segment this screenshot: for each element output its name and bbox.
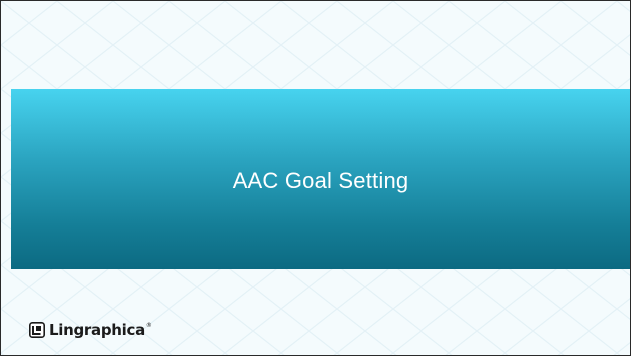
title-band: AAC Goal Setting <box>11 89 630 269</box>
logo-wordmark: Lingraphica <box>49 321 145 339</box>
presentation-slide: AAC Goal Setting Lingraphica ® <box>0 0 631 356</box>
lingraphica-logo-icon <box>29 322 45 338</box>
slide-title: AAC Goal Setting <box>232 168 409 193</box>
lingraphica-logo: Lingraphica ® <box>29 319 152 341</box>
registered-mark: ® <box>145 322 152 329</box>
